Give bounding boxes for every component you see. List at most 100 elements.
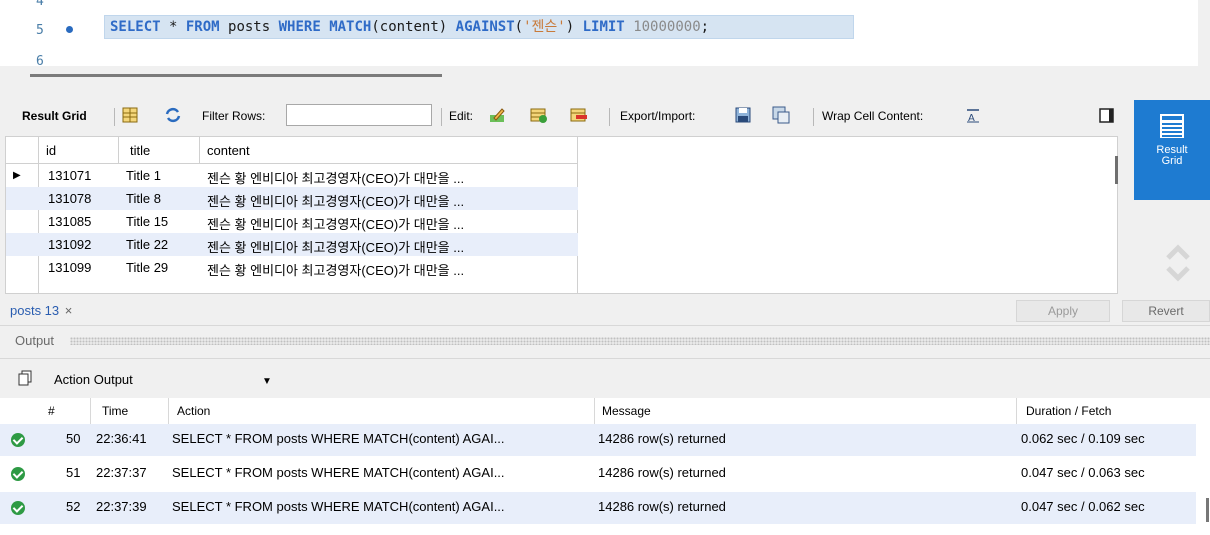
cell-title[interactable]: Title 22 [126, 237, 168, 252]
filter-rows-input[interactable] [286, 104, 432, 126]
output-row-time: 22:36:41 [96, 431, 147, 446]
export-import-label: Export/Import: [620, 109, 696, 123]
output-row-action: SELECT * FROM posts WHERE MATCH(content)… [172, 499, 505, 514]
toolbar-separator [114, 108, 115, 126]
action-output-select[interactable]: Action Output [54, 372, 133, 387]
output-column-action: Action [177, 404, 211, 418]
cell-id[interactable]: 131092 [48, 237, 91, 252]
revert-button[interactable]: Revert [1122, 300, 1210, 322]
execution-marker-icon [66, 26, 73, 33]
cell-id[interactable]: 131078 [48, 191, 91, 206]
column-divider [199, 137, 200, 163]
filter-rows-label: Filter Rows: [202, 109, 266, 123]
panel-toggle-icon[interactable] [1098, 107, 1116, 125]
line-number: 4 [36, 0, 44, 9]
export-icon[interactable] [734, 106, 752, 124]
cell-content[interactable]: 젠슨 황 엔비디아 최고경영자(CEO)가 대만을 ... [207, 214, 464, 233]
toolbar-separator [609, 108, 610, 126]
close-icon[interactable]: × [65, 303, 73, 318]
output-row[interactable]: 52 22:37:39 SELECT * FROM posts WHERE MA… [0, 492, 1196, 524]
column-divider [118, 137, 119, 163]
apply-button[interactable]: Apply [1016, 300, 1110, 322]
import-icon[interactable] [772, 106, 790, 124]
result-toolbar: Result Grid Filter Rows: Edit: Export/Im… [0, 100, 1140, 132]
success-icon [11, 501, 25, 515]
scroll-arrows-icon[interactable] [1164, 244, 1192, 284]
line-number: 6 [36, 54, 44, 69]
grid-vertical-scrollbar[interactable] [1115, 156, 1118, 184]
output-row-duration: 0.047 sec / 0.063 sec [1021, 465, 1145, 480]
cell-id[interactable]: 131099 [48, 260, 91, 275]
cell-content[interactable]: 젠슨 황 엔비디아 최고경영자(CEO)가 대만을 ... [207, 260, 464, 279]
output-row[interactable]: 51 22:37:37 SELECT * FROM posts WHERE MA… [0, 458, 1196, 490]
output-row-duration: 0.062 sec / 0.109 sec [1021, 431, 1145, 446]
edit-label: Edit: [449, 109, 474, 123]
column-divider [168, 398, 169, 424]
output-row-action: SELECT * FROM posts WHERE MATCH(content)… [172, 431, 505, 446]
cell-id[interactable]: 131071 [48, 168, 91, 183]
output-row-time: 22:37:39 [96, 499, 147, 514]
toolbar-separator [441, 108, 442, 126]
output-row-num: 52 [66, 499, 81, 514]
delete-row-icon[interactable] [570, 106, 588, 124]
output-table[interactable]: # Time Action Message Duration / Fetch 5… [0, 398, 1210, 535]
column-divider [594, 398, 595, 424]
chevron-down-icon[interactable]: ▼ [262, 376, 272, 387]
output-row[interactable]: 50 22:36:41 SELECT * FROM posts WHERE MA… [0, 424, 1196, 456]
cell-id[interactable]: 131085 [48, 214, 91, 229]
grid-header: id title content [6, 137, 578, 164]
result-grid-side-label: Result Grid [1156, 144, 1188, 167]
panel-grip[interactable] [70, 337, 1210, 345]
toolbar-separator [813, 108, 814, 126]
cell-content[interactable]: 젠슨 황 엔비디아 최고경영자(CEO)가 대만을 ... [207, 168, 464, 187]
output-row-action: SELECT * FROM posts WHERE MATCH(content)… [172, 465, 505, 480]
cell-title[interactable]: Title 8 [126, 191, 161, 206]
row-pointer-icon: ▶ [13, 170, 21, 181]
cell-title[interactable]: Title 15 [126, 214, 168, 229]
copy-icon[interactable] [18, 370, 32, 386]
output-row-num: 50 [66, 431, 81, 446]
column-header-title[interactable]: title [130, 143, 150, 158]
line-number: 5 [36, 23, 44, 38]
cell-content[interactable]: 젠슨 황 엔비디아 최고경영자(CEO)가 대만을 ... [207, 191, 464, 210]
table-row[interactable]: 131092 Title 22 젠슨 황 엔비디아 최고경영자(CEO)가 대만… [6, 233, 578, 256]
success-icon [11, 467, 25, 481]
result-grid-side-button[interactable]: Result Grid [1134, 100, 1210, 200]
output-row-message: 14286 row(s) returned [598, 465, 726, 480]
output-vertical-scrollbar[interactable] [1206, 498, 1209, 522]
edit-row-icon[interactable] [488, 106, 506, 124]
sql-editor[interactable]: 4 5 6 SELECT * FROM posts WHERE MATCH(co… [0, 0, 1198, 69]
output-column-message: Message [602, 404, 651, 418]
output-column-duration: Duration / Fetch [1026, 404, 1112, 418]
output-row-num: 51 [66, 465, 81, 480]
output-row-message: 14286 row(s) returned [598, 431, 726, 446]
column-divider [90, 398, 91, 424]
output-title: Output [15, 333, 55, 348]
cell-title[interactable]: Title 29 [126, 260, 168, 275]
tab-posts-13[interactable]: posts 13 × [10, 303, 72, 318]
table-row[interactable]: 131078 Title 8 젠슨 황 엔비디아 최고경영자(CEO)가 대만을… [6, 187, 578, 210]
result-grid-label: Result Grid [22, 109, 87, 123]
column-divider [1016, 398, 1017, 424]
sql-statement[interactable]: SELECT * FROM posts WHERE MATCH(content)… [104, 15, 854, 39]
wrap-cell-label: Wrap Cell Content: [822, 109, 924, 123]
table-row[interactable]: 131085 Title 15 젠슨 황 엔비디아 최고경영자(CEO)가 대만… [6, 210, 578, 233]
table-row[interactable]: 131099 Title 29 젠슨 황 엔비디아 최고경영자(CEO)가 대만… [6, 256, 578, 279]
insert-row-icon[interactable] [530, 106, 548, 124]
output-column-num: # [48, 404, 55, 418]
output-row-message: 14286 row(s) returned [598, 499, 726, 514]
column-header-id[interactable]: id [46, 143, 56, 158]
output-row-duration: 0.047 sec / 0.062 sec [1021, 499, 1145, 514]
refresh-icon[interactable] [164, 106, 182, 124]
output-row-time: 22:37:37 [96, 465, 147, 480]
result-grid[interactable]: id title content ▶ 131071 Title 1 젠슨 황 엔… [5, 136, 1118, 294]
column-header-content[interactable]: content [207, 143, 250, 158]
wrap-text-icon[interactable]: A [964, 106, 982, 124]
output-column-time: Time [102, 404, 129, 418]
cell-title[interactable]: Title 1 [126, 168, 161, 183]
cell-content[interactable]: 젠슨 황 엔비디아 최고경영자(CEO)가 대만을 ... [207, 237, 464, 256]
result-grid-icon [1160, 114, 1184, 138]
editor-horizontal-scrollbar[interactable] [30, 74, 442, 77]
table-row[interactable]: ▶ 131071 Title 1 젠슨 황 엔비디아 최고경영자(CEO)가 대… [6, 164, 578, 187]
grid-layout-icon[interactable] [121, 106, 139, 124]
